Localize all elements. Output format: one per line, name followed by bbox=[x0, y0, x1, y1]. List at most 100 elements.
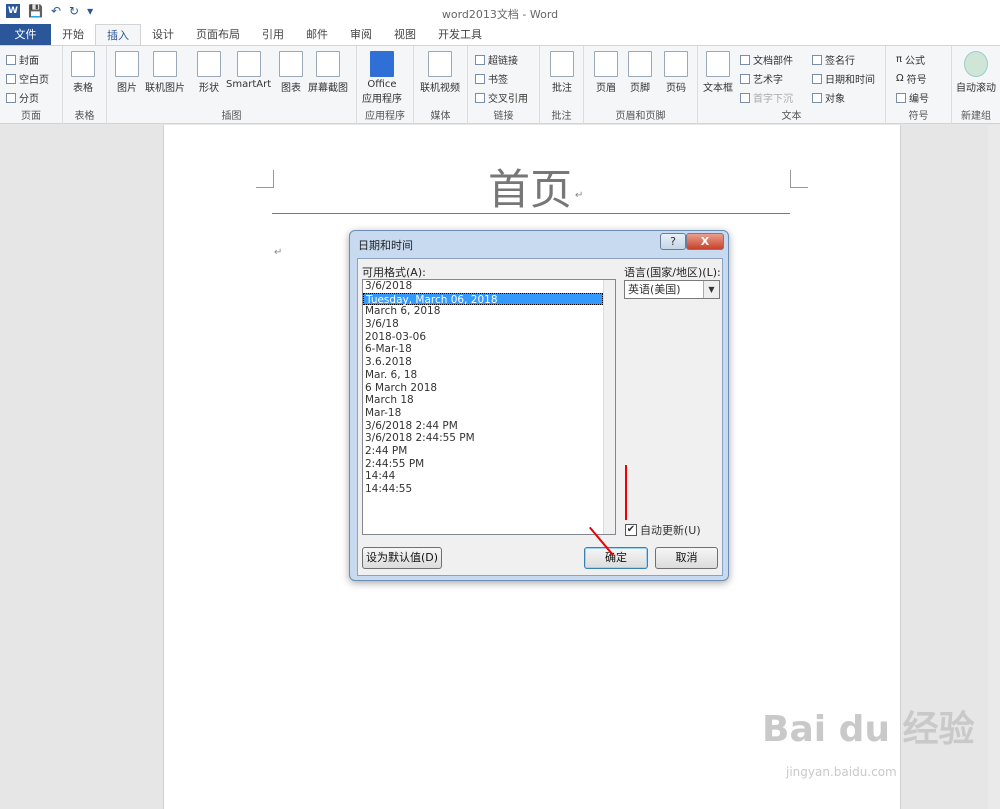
ok-button[interactable]: 确定 bbox=[584, 547, 648, 569]
screenshot-button[interactable]: 屏幕截图 bbox=[308, 51, 348, 94]
object-button[interactable]: 对象 bbox=[812, 90, 845, 105]
list-scrollbar[interactable] bbox=[603, 280, 615, 534]
comment-icon bbox=[550, 51, 574, 77]
language-label: 语言(国家/地区)(L): bbox=[624, 266, 721, 279]
crop-mark-right bbox=[790, 170, 808, 188]
auto-update-label[interactable]: 自动更新(U) bbox=[640, 522, 701, 538]
online-picture-icon bbox=[153, 51, 177, 77]
set-default-button[interactable]: 设为默认值(D) bbox=[362, 547, 442, 569]
shapes-button[interactable]: 形状 bbox=[197, 51, 221, 94]
tab-developer[interactable]: 开发工具 bbox=[427, 24, 493, 45]
quick-parts-button[interactable]: 文档部件 bbox=[740, 52, 793, 67]
group-tables: 表格 表格 bbox=[63, 46, 107, 124]
tab-references[interactable]: 引用 bbox=[251, 24, 295, 45]
ribbon: 封面 空白页 分页 页面 表格 表格 图片 联机图片 形状 SmartArt 图… bbox=[0, 45, 1000, 124]
list-item[interactable]: 3/6/2018 bbox=[363, 280, 615, 293]
date-time-button[interactable]: 日期和时间 bbox=[812, 71, 875, 86]
picture-icon bbox=[115, 51, 139, 77]
watermark-url: jingyan.baidu.com bbox=[786, 765, 897, 779]
list-item[interactable]: March 6, 2018 bbox=[363, 305, 615, 318]
textbox-button[interactable]: 文本框 bbox=[703, 51, 733, 94]
cover-button[interactable]: 封面 bbox=[6, 52, 39, 67]
picture-button[interactable]: 图片 bbox=[115, 51, 139, 94]
list-item[interactable]: 2:44 PM bbox=[363, 445, 615, 458]
auto-scroll-button[interactable]: 自动滚动 bbox=[956, 51, 996, 94]
list-item[interactable]: 3/6/2018 2:44 PM bbox=[363, 420, 615, 433]
list-item[interactable]: 14:44 bbox=[363, 470, 615, 483]
hyperlink-button[interactable]: 超链接 bbox=[475, 52, 518, 67]
group-pages: 封面 空白页 分页 页面 bbox=[0, 46, 63, 124]
page-number-button[interactable]: 页码 bbox=[664, 51, 688, 94]
smartart-button[interactable]: SmartArt bbox=[226, 51, 271, 90]
cover-icon bbox=[6, 54, 16, 65]
table-button[interactable]: 表格 bbox=[71, 51, 95, 94]
blank-page-button[interactable]: 空白页 bbox=[6, 71, 49, 86]
header-button[interactable]: 页眉 bbox=[594, 51, 618, 94]
bookmark-icon bbox=[475, 73, 485, 84]
list-item[interactable]: 3/6/2018 2:44:55 PM bbox=[363, 432, 615, 445]
cross-reference-icon bbox=[475, 92, 485, 103]
list-item[interactable]: 2:44:55 PM bbox=[363, 458, 615, 471]
office-apps-button[interactable]: Office 应用程序 bbox=[362, 51, 402, 105]
tab-insert[interactable]: 插入 bbox=[95, 24, 141, 45]
close-button[interactable]: X bbox=[686, 233, 724, 250]
tab-home[interactable]: 开始 bbox=[51, 24, 95, 45]
list-item[interactable]: 3.6.2018 bbox=[363, 356, 615, 369]
group-text: 文本框 文档部件 艺术字 首字下沉 签名行 日期和时间 对象 文本 bbox=[698, 46, 886, 124]
chart-button[interactable]: 图表 bbox=[279, 51, 303, 94]
group-new: 自动滚动 新建组 bbox=[952, 46, 1000, 124]
list-item[interactable]: March 18 bbox=[363, 394, 615, 407]
group-header-footer: 页眉 页脚 页码 页眉和页脚 bbox=[584, 46, 698, 124]
page-break-button[interactable]: 分页 bbox=[6, 90, 39, 105]
drop-cap-button[interactable]: 首字下沉 bbox=[740, 90, 793, 105]
tab-page-layout[interactable]: 页面布局 bbox=[185, 24, 251, 45]
tab-review[interactable]: 审阅 bbox=[339, 24, 383, 45]
group-media: 联机视频 媒体 bbox=[414, 46, 468, 124]
group-label-media: 媒体 bbox=[430, 111, 451, 122]
list-item[interactable]: Mar. 6, 18 bbox=[363, 369, 615, 382]
group-apps: Office 应用程序 应用程序 bbox=[357, 46, 414, 124]
date-time-dialog: 日期和时间 ? X 可用格式(A): 3/6/2018 Tuesday, Mar… bbox=[349, 230, 729, 581]
formats-label: 可用格式(A): bbox=[362, 266, 426, 279]
left-margin-area bbox=[0, 125, 163, 809]
header-text[interactable]: 首页 bbox=[488, 156, 572, 217]
header-divider bbox=[272, 213, 790, 214]
list-item[interactable]: 3/6/18 bbox=[363, 318, 615, 331]
comment-button[interactable]: 批注 bbox=[550, 51, 574, 94]
cross-reference-button[interactable]: 交叉引用 bbox=[475, 90, 528, 105]
group-label-new: 新建组 bbox=[961, 111, 991, 122]
list-item[interactable]: 6 March 2018 bbox=[363, 382, 615, 395]
vertical-scrollbar[interactable] bbox=[988, 125, 1000, 809]
drop-cap-icon bbox=[740, 92, 750, 103]
list-item[interactable]: Mar-18 bbox=[363, 407, 615, 420]
language-value: 英语(美国) bbox=[628, 283, 681, 296]
cancel-button[interactable]: 取消 bbox=[655, 547, 718, 569]
numbering-button[interactable]: 编号 bbox=[896, 90, 929, 105]
equation-button[interactable]: π 公式 bbox=[896, 52, 925, 67]
auto-update-checkbox[interactable]: ✔ bbox=[625, 524, 637, 536]
help-button[interactable]: ? bbox=[660, 233, 686, 250]
footer-button[interactable]: 页脚 bbox=[628, 51, 652, 94]
list-item[interactable]: 14:44:55 bbox=[363, 483, 615, 496]
office-store-icon bbox=[370, 51, 394, 77]
tab-design[interactable]: 设计 bbox=[141, 24, 185, 45]
group-label-symbols: 符号 bbox=[908, 111, 929, 122]
wordart-button[interactable]: 艺术字 bbox=[740, 71, 783, 86]
tab-mailings[interactable]: 邮件 bbox=[295, 24, 339, 45]
list-item-selected[interactable]: Tuesday, March 06, 2018 bbox=[363, 292, 603, 306]
tab-file[interactable]: 文件 bbox=[0, 24, 51, 45]
online-picture-button[interactable]: 联机图片 bbox=[145, 51, 185, 94]
group-illustrations: 图片 联机图片 形状 SmartArt 图表 屏幕截图 插图 bbox=[107, 46, 357, 124]
online-video-button[interactable]: 联机视频 bbox=[420, 51, 460, 94]
group-label-text: 文本 bbox=[781, 111, 802, 122]
signature-icon bbox=[812, 54, 822, 65]
tab-view[interactable]: 视图 bbox=[383, 24, 427, 45]
formats-listbox[interactable]: 3/6/2018 Tuesday, March 06, 2018 March 6… bbox=[362, 279, 616, 535]
list-item[interactable]: 2018-03-06 bbox=[363, 331, 615, 344]
annotation-arrow bbox=[625, 465, 627, 520]
language-select[interactable]: 英语(美国) ▼ bbox=[624, 280, 720, 299]
symbol-button[interactable]: Ω 符号 bbox=[896, 71, 927, 86]
list-item[interactable]: 6-Mar-18 bbox=[363, 343, 615, 356]
bookmark-button[interactable]: 书签 bbox=[475, 71, 508, 86]
signature-line-button[interactable]: 签名行 bbox=[812, 52, 855, 67]
